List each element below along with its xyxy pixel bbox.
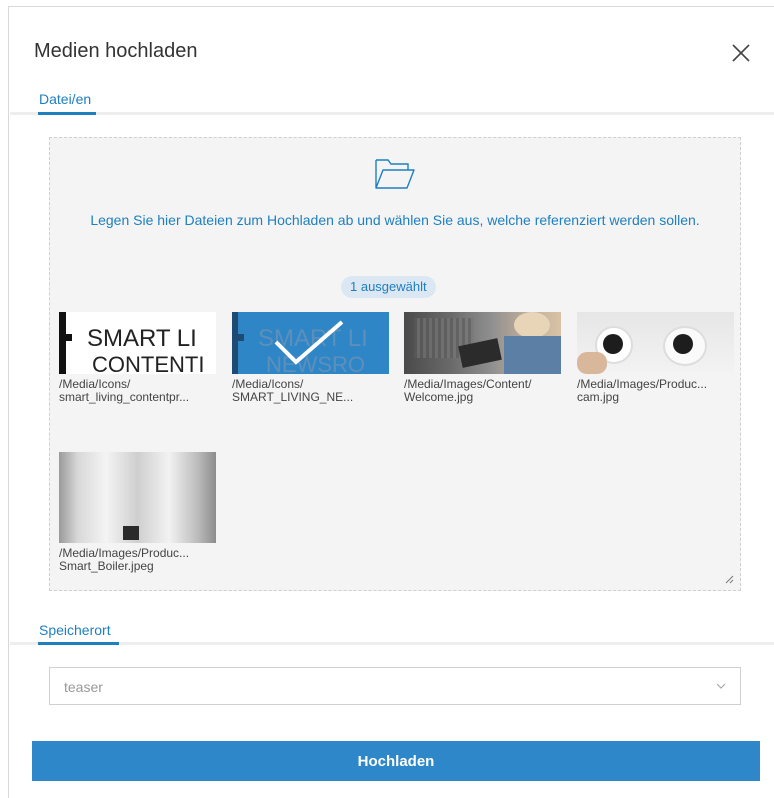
media-filename: smart_living_contentpr... (59, 391, 190, 404)
media-filename: Welcome.jpg (404, 391, 474, 404)
media-item[interactable]: /Media/Images/Content/ Welcome.jpg (404, 312, 561, 404)
chevron-down-icon (716, 683, 726, 689)
tab-files-underline (38, 112, 96, 115)
tab-location[interactable]: Speicherort (39, 622, 111, 638)
media-filename: SMART_LIVING_NE... (232, 391, 354, 404)
media-path: /Media/Images/Produc... (577, 378, 708, 391)
media-item[interactable]: /Media/Images/Produc... Smart_Boiler.jpe… (59, 452, 216, 573)
location-tabbar (10, 642, 774, 645)
media-filename: Smart_Boiler.jpeg (59, 560, 154, 573)
media-path: /Media/Icons/ (232, 378, 304, 391)
media-path: /Media/Images/Content/ (404, 378, 532, 391)
checkmark-icon (274, 320, 344, 365)
close-icon[interactable] (728, 40, 754, 66)
media-item[interactable]: /Media/Images/Produc... cam.jpg (577, 312, 734, 404)
dialog-border-left (8, 6, 9, 798)
tab-location-underline (38, 642, 119, 645)
dialog-border-top (8, 6, 774, 7)
media-path: /Media/Images/Produc... (59, 547, 190, 560)
selected-count-badge: 1 ausgewählt (341, 276, 436, 298)
location-select-value: teaser (64, 679, 103, 695)
dropzone-hint: Legen Sie hier Dateien zum Hochladen ab … (90, 212, 700, 228)
media-item[interactable]: SMART LI CONTENTI /Media/Icons/ smart_li… (59, 312, 216, 404)
upload-dialog: Medien hochladen Datei/en Legen Sie hier… (0, 0, 774, 798)
media-thumbnail-photo (59, 452, 216, 543)
tab-files[interactable]: Datei/en (39, 91, 91, 107)
dialog-title: Medien hochladen (34, 40, 198, 62)
media-thumbnail-photo (404, 312, 561, 374)
media-path: /Media/Icons/ (59, 378, 131, 391)
file-dropzone[interactable]: Legen Sie hier Dateien zum Hochladen ab … (49, 137, 741, 591)
folder-open-icon (375, 159, 415, 189)
resize-grip-icon[interactable] (724, 574, 734, 584)
media-thumbnail-photo (577, 312, 734, 374)
media-filename: cam.jpg (577, 391, 620, 404)
location-select[interactable]: teaser (49, 667, 741, 705)
media-thumbnail-logo: SMART LI NEWSRO (232, 312, 389, 374)
media-thumbnail-logo: SMART LI CONTENTI (59, 312, 216, 374)
upload-button[interactable]: Hochladen (32, 741, 760, 781)
media-item-selected[interactable]: SMART LI NEWSRO /Media/Icons/ SMART_LIVI… (232, 312, 389, 404)
files-tabbar (10, 112, 774, 115)
